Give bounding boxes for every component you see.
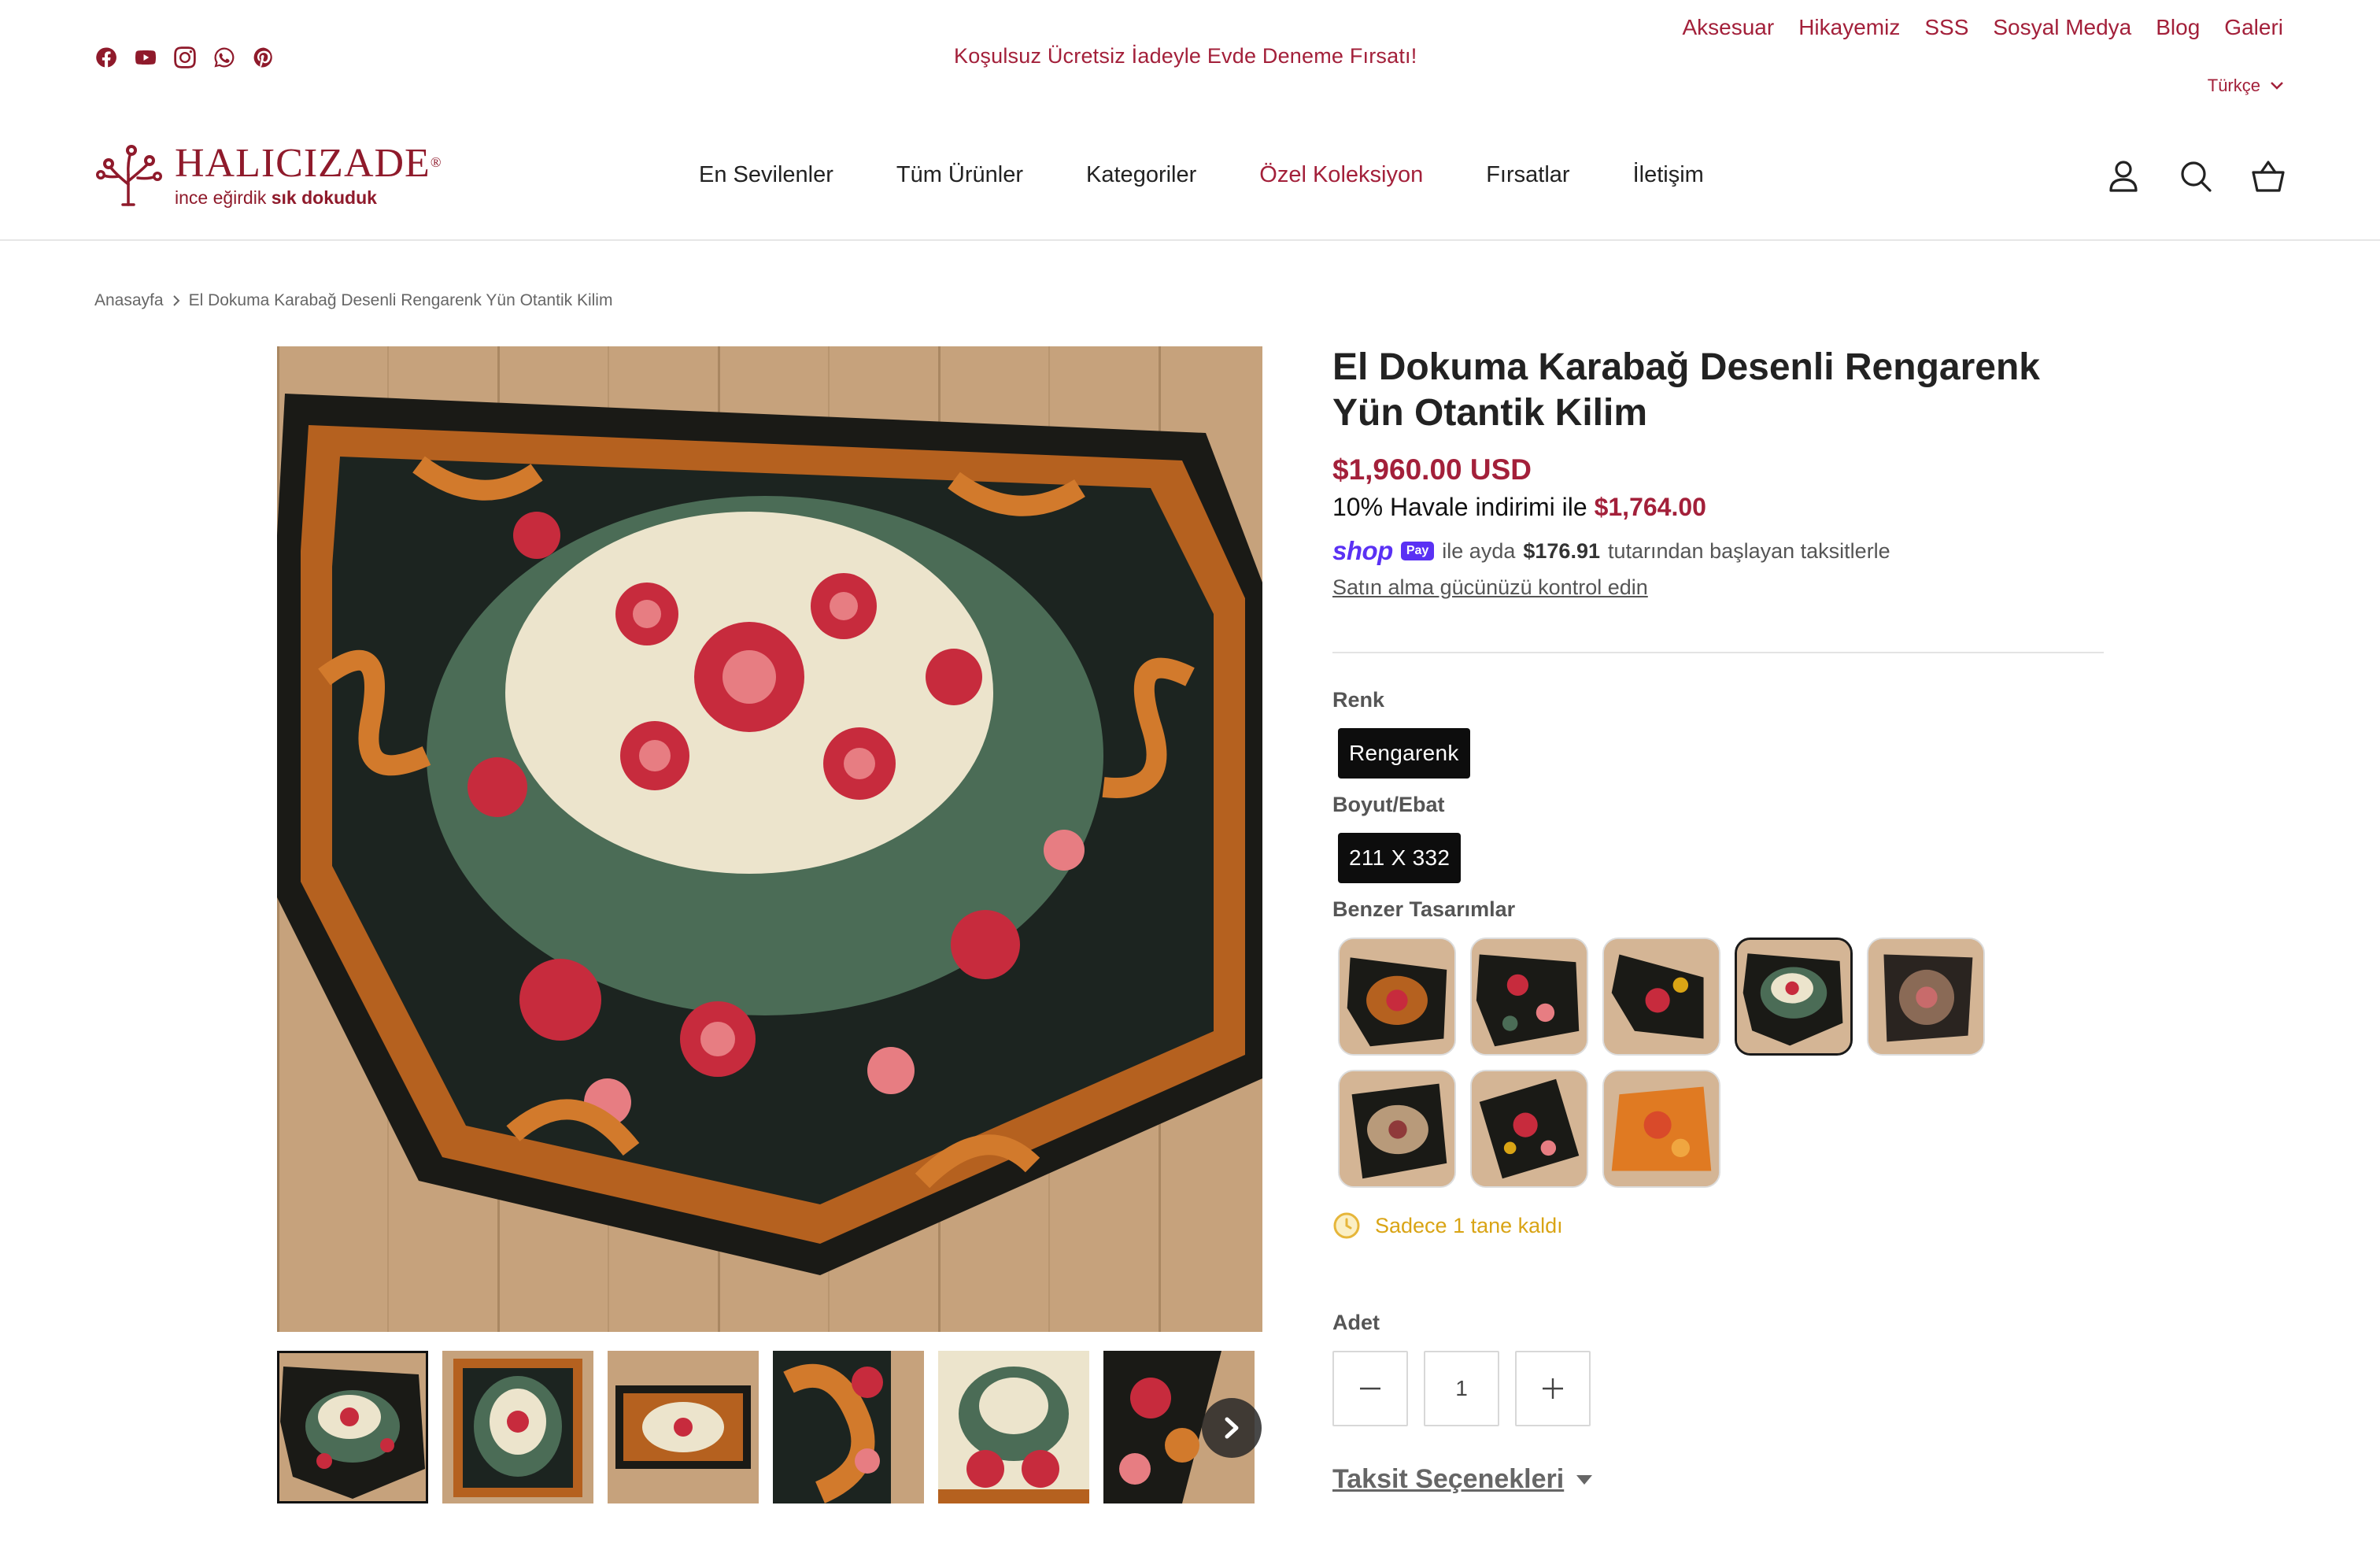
similar-design-4[interactable]	[1735, 938, 1853, 1056]
social-links	[93, 44, 277, 71]
size-label: Boyut/Ebat	[1332, 793, 1445, 816]
similar-design-5[interactable]	[1867, 938, 1985, 1056]
account-icon[interactable]	[2105, 157, 2142, 195]
similar-designs-grid	[1338, 938, 2104, 1188]
whatsapp-icon[interactable]	[211, 44, 238, 71]
stock-notice: Sadece 1 tane kaldı	[1332, 1211, 2104, 1240]
nav-link-galeri[interactable]: Galeri	[2224, 15, 2283, 40]
logo[interactable]: HALICIZADE® ince eğirdik sık dokuduk	[93, 143, 442, 209]
minus-icon	[1360, 1387, 1380, 1390]
announcement-text: Koşulsuz Ücretsiz İadeyle Evde Deneme Fı…	[954, 44, 1417, 68]
nav-link-sss[interactable]: SSS	[1924, 15, 1968, 40]
pinterest-icon[interactable]	[250, 44, 277, 71]
nav-iletisim[interactable]: İletişim	[1633, 162, 1704, 188]
logo-wordmark: HALICIZADE® ince eğirdik sık dokuduk	[175, 143, 442, 209]
quantity-stepper	[1332, 1351, 2104, 1426]
nav-link-sosyal-medya[interactable]: Sosyal Medya	[1993, 15, 2131, 40]
product-title: El Dokuma Karabağ Desenli Rengarenk Yün …	[1332, 346, 2040, 434]
shop-pay-logo: shop	[1332, 536, 1393, 565]
top-bar: Koşulsuz Ücretsiz İadeyle Evde Deneme Fı…	[0, 0, 2380, 118]
cart-icon[interactable]	[2249, 157, 2287, 195]
thumbnail-1[interactable]	[277, 1351, 428, 1503]
language-selector[interactable]: Türkçe	[2208, 76, 2284, 96]
breadcrumb-current: El Dokuma Karabağ Desenli Rengarenk Yün …	[188, 291, 613, 309]
site-header: HALICIZADE® ince eğirdik sık dokuduk En …	[0, 118, 2380, 241]
thumbnail-2[interactable]	[442, 1351, 593, 1503]
nav-link-blog[interactable]: Blog	[2156, 15, 2200, 40]
similar-design-3[interactable]	[1602, 938, 1720, 1056]
shop-pay-amount: $176.91	[1523, 538, 1600, 563]
nav-tum-urunler[interactable]: Tüm Ürünler	[896, 162, 1023, 188]
shop-pay-text-before: ile ayda	[1442, 538, 1516, 563]
similar-designs-label: Benzer Tasarımlar	[1332, 897, 1516, 921]
nav-en-sevilenler[interactable]: En Sevilenler	[699, 162, 833, 188]
installments-label: Taksit Seçenekleri	[1332, 1464, 1565, 1494]
shop-pay-badge: Pay	[1400, 542, 1435, 560]
brand-tagline: ince eğirdik sık dokuduk	[175, 187, 377, 208]
similar-design-7[interactable]	[1470, 1070, 1588, 1188]
thumbnail-5[interactable]	[938, 1351, 1089, 1503]
brand-name: HALICIZADE®	[175, 141, 442, 186]
check-purchasing-power-link[interactable]: Satın alma gücünüzü kontrol edin	[1332, 575, 1648, 600]
product-price: $1,960.00 USD	[1332, 453, 1532, 486]
registered-mark: ®	[430, 154, 442, 170]
similar-design-6[interactable]	[1338, 1070, 1456, 1188]
quantity-decrease-button[interactable]	[1332, 1351, 1408, 1426]
thumbnail-strip	[277, 1351, 1262, 1503]
chevron-right-icon	[1225, 1417, 1239, 1439]
header-actions	[2105, 157, 2287, 195]
transfer-discount: 10% Havale indirimi ile $1,764.00	[1332, 493, 2104, 522]
caret-down-icon	[1576, 1474, 1593, 1485]
color-label: Renk	[1332, 688, 1385, 712]
divider	[1332, 652, 2104, 653]
tree-logo-icon	[96, 145, 162, 206]
similar-design-8[interactable]	[1602, 1070, 1720, 1188]
nav-link-hikayemiz[interactable]: Hikayemiz	[1798, 15, 1900, 40]
discount-price: $1,764.00	[1594, 493, 1706, 521]
nav-ozel-koleksiyon[interactable]: Özel Koleksiyon	[1259, 162, 1423, 188]
discount-text: 10% Havale indirimi ile	[1332, 493, 1595, 521]
shop-pay-installments: shop Pay ile ayda $176.91 tutarından baş…	[1332, 536, 2104, 566]
thumbnail-3[interactable]	[608, 1351, 759, 1503]
similar-design-1[interactable]	[1338, 938, 1456, 1056]
search-icon[interactable]	[2177, 157, 2215, 195]
thumbnail-next-button[interactable]	[1202, 1398, 1262, 1458]
main-nav: En Sevilenler Tüm Ürünler Kategoriler Öz…	[699, 162, 1704, 188]
youtube-icon[interactable]	[132, 44, 159, 71]
chevron-right-icon	[172, 295, 179, 306]
quantity-input[interactable]	[1424, 1351, 1499, 1426]
breadcrumb: Anasayfa El Dokuma Karabağ Desenli Renga…	[94, 291, 612, 310]
utility-nav: Aksesuar Hikayemiz SSS Sosyal Medya Blog…	[1682, 15, 2283, 40]
product-main-image[interactable]	[277, 346, 1262, 1332]
color-option-rengarenk[interactable]: Rengarenk	[1338, 728, 1470, 779]
shop-pay-text-after: tutarından başlayan taksitlerle	[1607, 538, 1890, 563]
thumbnail-4[interactable]	[773, 1351, 924, 1503]
size-option[interactable]: 211 X 332	[1338, 833, 1462, 883]
instagram-icon[interactable]	[172, 44, 198, 71]
clock-icon	[1333, 1212, 1360, 1239]
quantity-label: Adet	[1332, 1311, 1380, 1334]
facebook-icon[interactable]	[93, 44, 120, 71]
installments-toggle[interactable]: Taksit Seçenekleri	[1332, 1464, 2104, 1495]
stock-text: Sadece 1 tane kaldı	[1375, 1213, 1563, 1237]
language-label: Türkçe	[2207, 76, 2260, 95]
plus-icon	[1543, 1378, 1563, 1399]
quantity-increase-button[interactable]	[1515, 1351, 1591, 1426]
chevron-down-icon	[2271, 82, 2283, 90]
nav-firsatlar[interactable]: Fırsatlar	[1486, 162, 1569, 188]
nav-kategoriler[interactable]: Kategoriler	[1086, 162, 1196, 188]
product-info: El Dokuma Karabağ Desenli Rengarenk Yün …	[1332, 345, 2104, 1495]
nav-link-aksesuar[interactable]: Aksesuar	[1682, 15, 1774, 40]
breadcrumb-home[interactable]: Anasayfa	[94, 291, 164, 310]
similar-design-2[interactable]	[1470, 938, 1588, 1056]
